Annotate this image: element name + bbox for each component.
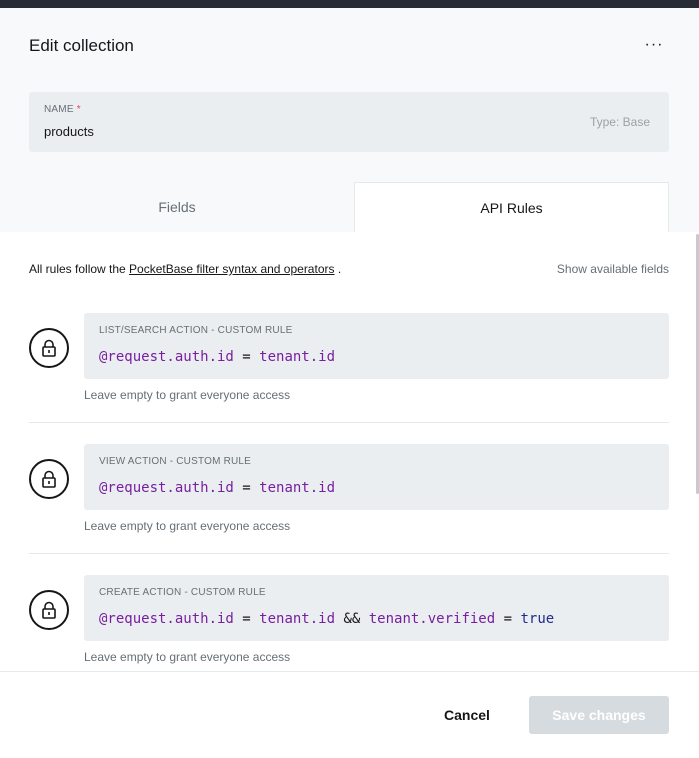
required-mark: * bbox=[76, 104, 81, 115]
rule-token: @request.auth.id bbox=[99, 480, 234, 496]
lock-icon[interactable] bbox=[29, 590, 69, 630]
rule-editor[interactable]: Create action - custom rule @request.auth… bbox=[84, 575, 669, 641]
more-options-icon[interactable]: ··· bbox=[640, 37, 668, 58]
rule-row: List/Search action - custom rule @request… bbox=[29, 313, 669, 423]
rule-help-text: Leave empty to grant everyone access bbox=[84, 519, 291, 533]
top-bar bbox=[0, 0, 699, 8]
save-changes-button[interactable]: Save changes bbox=[529, 696, 669, 734]
tab-fields[interactable]: Fields bbox=[0, 182, 354, 232]
rule-row: Create action - custom rule @request.auth… bbox=[29, 575, 669, 671]
rules-info-text: All rules follow the PocketBase filter s… bbox=[29, 262, 342, 276]
rule-expression[interactable]: @request.auth.id = tenant.id && tenant.v… bbox=[99, 611, 554, 627]
rule-token: && bbox=[335, 611, 369, 627]
rule-token: = bbox=[233, 480, 260, 496]
footer: Cancel Save changes bbox=[0, 671, 699, 758]
name-field-label: Name * bbox=[44, 104, 81, 115]
rule-editor[interactable]: View action - custom rule @request.auth.i… bbox=[84, 444, 669, 510]
page-title: Edit collection bbox=[29, 36, 134, 55]
rule-editor[interactable]: List/Search action - custom rule @request… bbox=[84, 313, 669, 379]
rule-label: Create action - custom rule bbox=[99, 587, 266, 598]
cancel-button[interactable]: Cancel bbox=[425, 696, 509, 734]
name-field[interactable]: Name * Type: Base bbox=[29, 92, 669, 152]
rule-token: @request.auth.id bbox=[99, 349, 234, 365]
name-input[interactable] bbox=[44, 124, 564, 139]
collection-type-hint[interactable]: Type: Base bbox=[590, 115, 650, 129]
rule-label: List/Search action - custom rule bbox=[99, 325, 293, 336]
show-available-fields-link[interactable]: Show available fields bbox=[557, 262, 669, 276]
panel-header: Edit collection ··· Name * Type: Base Fi… bbox=[0, 8, 699, 232]
rule-token: = bbox=[233, 611, 260, 627]
rule-token: @request.auth.id bbox=[99, 611, 234, 627]
lock-icon[interactable] bbox=[29, 459, 69, 499]
api-rules-panel: All rules follow the PocketBase filter s… bbox=[0, 232, 699, 671]
tab-api-rules[interactable]: API Rules bbox=[354, 182, 669, 232]
rule-expression[interactable]: @request.auth.id = tenant.id bbox=[99, 480, 335, 496]
rule-token: = bbox=[495, 611, 521, 627]
rule-token: = bbox=[233, 349, 260, 365]
rule-row: View action - custom rule @request.auth.i… bbox=[29, 444, 669, 554]
rule-help-text: Leave empty to grant everyone access bbox=[84, 388, 291, 402]
rule-token: true bbox=[520, 611, 555, 627]
rule-expression[interactable]: @request.auth.id = tenant.id bbox=[99, 349, 335, 365]
rule-label: View action - custom rule bbox=[99, 456, 252, 467]
rule-token: tenant.verified bbox=[368, 611, 496, 627]
rule-help-text: Leave empty to grant everyone access bbox=[84, 650, 291, 664]
lock-icon[interactable] bbox=[29, 328, 69, 368]
rule-token: tenant.id bbox=[259, 611, 336, 627]
rule-token: tenant.id bbox=[259, 349, 336, 365]
filter-syntax-link[interactable]: PocketBase filter syntax and operators bbox=[129, 262, 334, 276]
rule-token: tenant.id bbox=[259, 480, 336, 496]
